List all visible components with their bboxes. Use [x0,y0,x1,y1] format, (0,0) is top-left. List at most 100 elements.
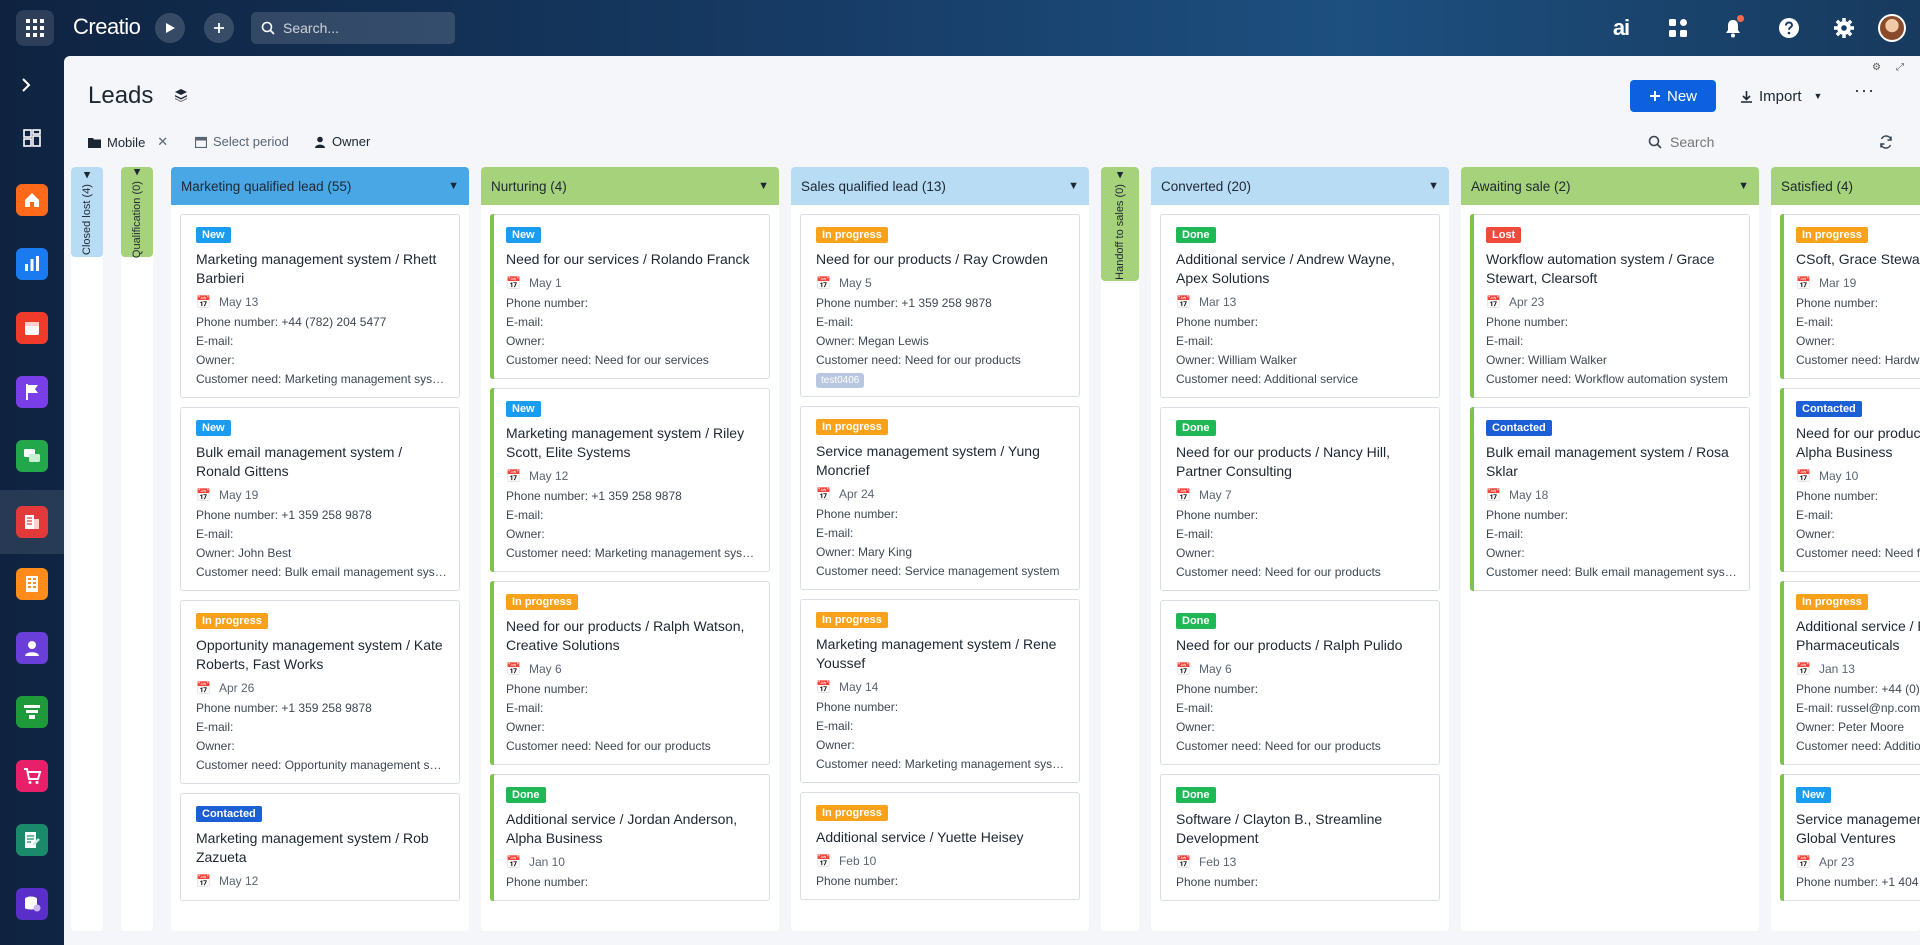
stage-header[interactable]: Nurturing (4) ▼ [481,167,779,205]
app-launcher-button[interactable] [16,10,54,46]
rail-item-calendar[interactable] [16,312,48,344]
lead-card[interactable]: New Need for our services / Rolando Fran… [490,214,770,379]
expand-icon[interactable]: ⤢ [1896,62,1904,73]
card-title[interactable]: Additional service / Andrew Wayne, Apex … [1176,250,1427,288]
page-settings-icon[interactable]: ⚙ [1872,62,1881,73]
lead-card[interactable]: New Marketing management system / Riley … [490,388,770,572]
lead-card[interactable]: New Marketing management system / Rhett … [180,214,460,398]
lead-card[interactable]: Done Additional service / Andrew Wayne, … [1160,214,1440,398]
lead-card[interactable]: Done Software / Clayton B., Streamline D… [1160,774,1440,901]
board-search[interactable] [1648,134,1790,150]
notifications-button[interactable] [1719,14,1747,42]
period-filter[interactable]: Select period [195,134,289,149]
lead-card[interactable]: In progress Need for our products / Ray … [800,214,1080,397]
ai-assistant-button[interactable]: ai [1607,14,1635,42]
lead-card[interactable]: Done Need for our products / Nancy Hill,… [1160,407,1440,591]
global-search[interactable] [251,12,455,44]
caret-down-icon[interactable]: ▼ [1738,180,1749,192]
help-button[interactable] [1775,14,1803,42]
card-title[interactable]: Need for our products / Ralph Pulido [1176,636,1427,655]
lead-card[interactable]: Contacted Marketing management system / … [180,793,460,901]
stage-header[interactable]: Closed lost (4) ▲ [71,167,103,257]
rail-item-accounts[interactable] [16,568,48,600]
stage-closed-lost-collapsed[interactable]: Closed lost (4) ▲ [71,167,103,931]
clear-folder-filter-icon[interactable]: ✕ [157,134,168,150]
card-tag[interactable]: test0406 [816,373,865,388]
caret-down-icon[interactable]: ▼ [1428,180,1439,192]
folder-filter[interactable]: Mobile ✕ [88,134,168,150]
lead-card[interactable]: Contacted Need for our products / Riley … [1780,388,1920,572]
stage-header[interactable]: Sales qualified lead (13) ▼ [791,167,1089,205]
card-title[interactable]: Additional service / Fresh Pharmaceutica… [1796,617,1920,655]
new-lead-button[interactable]: New [1630,80,1716,112]
global-search-input[interactable] [283,20,443,36]
card-title[interactable]: Bulk email management system / Rosa Skla… [1486,443,1737,481]
card-title[interactable]: Service management system / Rogers, Glob… [1796,810,1920,848]
card-title[interactable]: Need for our services / Rolando Franck [506,250,757,269]
card-title[interactable]: Workflow automation system / Grace Stewa… [1486,250,1737,288]
lead-card[interactable]: In progress Service management system / … [800,406,1080,590]
rail-item-campaigns[interactable] [16,376,48,408]
lead-card[interactable]: New Service management system / Rogers, … [1780,774,1920,901]
rail-item-leads-active[interactable] [0,490,64,554]
rail-item-contracts[interactable] [16,824,48,856]
more-actions-button[interactable]: ··· [1854,80,1875,101]
caret-down-icon[interactable]: ▼ [758,180,769,192]
card-title[interactable]: Opportunity management system / Kate Rob… [196,636,447,674]
rail-item-communications[interactable] [16,440,48,472]
card-title[interactable]: CSoft, Grace Stewart [1796,250,1920,269]
rail-item-workplaces[interactable] [16,122,48,154]
lead-card[interactable]: In progress Opportunity management syste… [180,600,460,784]
settings-button[interactable] [1830,14,1858,42]
card-title[interactable]: Software / Clayton B., Streamline Develo… [1176,810,1427,848]
stage-handoff-collapsed[interactable]: Handoff to sales (0) ▲ [1101,167,1139,931]
caret-down-icon[interactable]: ▼ [448,180,459,192]
user-avatar[interactable] [1878,14,1906,42]
card-title[interactable]: Need for our products / Ralph Watson, Cr… [506,617,757,655]
caret-down-icon[interactable]: ▼ [1068,180,1079,192]
card-title[interactable]: Bulk email management system / Ronald Gi… [196,443,447,481]
card-title[interactable]: Additional service / Yuette Heisey [816,828,1067,847]
stage-header[interactable]: Awaiting sale (2) ▼ [1461,167,1759,205]
lead-card[interactable]: In progress Additional service / Yuette … [800,792,1080,900]
lead-card[interactable]: New Bulk email management system / Ronal… [180,407,460,591]
stage-header[interactable]: Converted (20) ▼ [1151,167,1449,205]
card-title[interactable]: Marketing management system / Rhett Barb… [196,250,447,288]
run-process-button[interactable] [155,13,185,43]
card-title[interactable]: Additional service / Jordan Anderson, Al… [506,810,757,848]
card-title[interactable]: Need for our products / Ray Crowden [816,250,1067,269]
stage-header[interactable]: Qualification (0) ▲ [121,167,153,258]
import-button[interactable]: Import ▼ [1734,80,1830,112]
card-title[interactable]: Marketing management system / Rene Youss… [816,635,1067,673]
expand-rail-button[interactable] [20,76,32,99]
layers-icon[interactable] [174,88,188,107]
lead-card[interactable]: In progress CSoft, Grace Stewart 📅 Mar 19… [1780,214,1920,379]
refresh-icon[interactable] [1879,135,1893,154]
lead-card[interactable]: Done Need for our products / Ralph Pulid… [1160,600,1440,765]
board-search-input[interactable] [1670,134,1790,150]
quick-add-button[interactable] [204,13,234,43]
rail-item-settings-data[interactable] [16,888,48,920]
lead-card[interactable]: In progress Marketing management system … [800,599,1080,783]
rail-item-dashboards[interactable] [16,248,48,280]
card-title[interactable]: Marketing management system / Riley Scot… [506,424,757,462]
apps-menu-button[interactable] [1664,14,1692,42]
lead-card[interactable]: Lost Workflow automation system / Grace … [1470,214,1750,398]
lead-card[interactable]: In progress Need for our products / Ralp… [490,581,770,765]
card-title[interactable]: Need for our products / Nancy Hill, Part… [1176,443,1427,481]
stage-header[interactable]: Satisfied (4) [1771,167,1920,205]
lead-card[interactable]: In progress Additional service / Fresh P… [1780,581,1920,765]
rail-item-home[interactable] [16,184,48,216]
owner-filter[interactable]: Owner [314,134,370,149]
stage-header[interactable]: Handoff to sales (0) ▲ [1101,167,1139,281]
rail-item-contacts[interactable] [16,632,48,664]
lead-card[interactable]: Done Additional service / Jordan Anderso… [490,774,770,901]
card-title[interactable]: Service management system / Yung Moncrie… [816,442,1067,480]
stage-qualification-collapsed[interactable]: Qualification (0) ▲ [121,167,153,931]
rail-item-opportunities[interactable] [16,696,48,728]
card-title[interactable]: Marketing management system / Rob Zazuet… [196,829,447,867]
card-title[interactable]: Need for our products / Riley Wilson, Al… [1796,424,1920,462]
rail-item-orders[interactable] [16,760,48,792]
stage-header[interactable]: Marketing qualified lead (55) ▼ [171,167,469,205]
lead-card[interactable]: Contacted Bulk email management system /… [1470,407,1750,591]
